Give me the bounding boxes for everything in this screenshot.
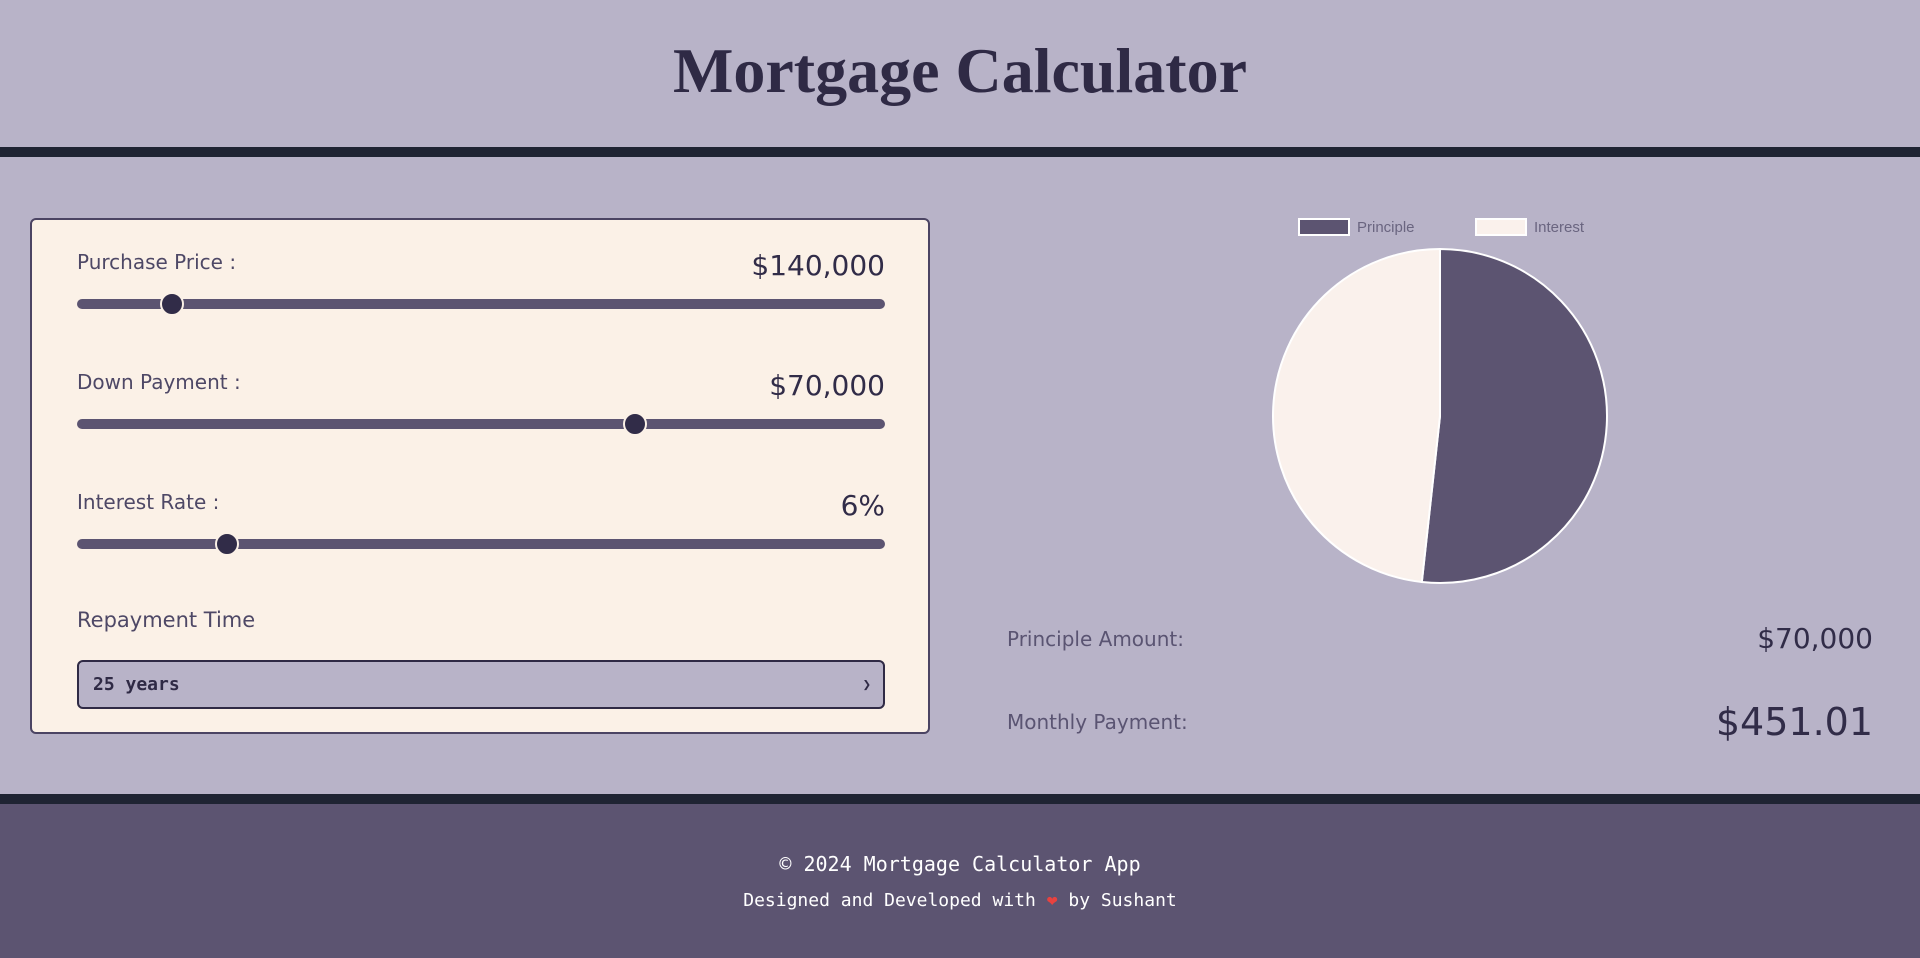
heart-icon: ❤: [1046, 890, 1058, 911]
header-divider: [0, 147, 1920, 157]
interest-rate-slider[interactable]: [77, 532, 885, 556]
page-title: Mortgage Calculator: [672, 35, 1248, 106]
interest-rate-thumb[interactable]: [215, 532, 240, 556]
monthly-summary-row: Monthly Payment: $451.01: [1007, 700, 1873, 744]
interest-rate-value: 6%: [840, 489, 885, 522]
purchase-price-thumb[interactable]: [160, 292, 185, 316]
legend-item-principle[interactable]: Principle: [1298, 218, 1415, 236]
down-payment-slider[interactable]: [77, 412, 885, 436]
calculator-form: Purchase Price : $140,000 Down Payment :…: [30, 218, 930, 734]
repayment-time-selected: 25 years: [93, 674, 180, 695]
legend-swatch-principle: [1298, 218, 1350, 236]
legend-label-interest: Interest: [1534, 218, 1585, 236]
purchase-price-field: Purchase Price : $140,000: [77, 248, 885, 316]
footer-credit: Designed and Developed with ❤ by Sushant: [0, 890, 1920, 911]
footer-credit-suffix: by Sushant: [1068, 890, 1177, 911]
repayment-time-label: Repayment Time: [77, 608, 256, 632]
legend-swatch-interest: [1475, 218, 1527, 236]
down-payment-track[interactable]: [77, 419, 885, 429]
purchase-price-value: $140,000: [751, 249, 885, 282]
monthly-payment-label: Monthly Payment:: [1007, 710, 1188, 734]
purchase-price-slider[interactable]: [77, 292, 885, 316]
purchase-price-track[interactable]: [77, 299, 885, 309]
down-payment-label: Down Payment :: [77, 370, 241, 394]
interest-rate-track[interactable]: [77, 539, 885, 549]
down-payment-value: $70,000: [769, 369, 885, 402]
monthly-payment-value: $451.01: [1715, 700, 1873, 744]
principle-amount-value: $70,000: [1757, 622, 1873, 655]
pie-slice-principle[interactable]: [1420, 247, 1608, 584]
principle-summary-row: Principle Amount: $70,000: [1007, 622, 1873, 655]
pie-slice-interest[interactable]: [1272, 247, 1441, 584]
interest-rate-field: Interest Rate : 6%: [77, 488, 885, 556]
repayment-field: Repayment Time: [77, 608, 885, 632]
legend-label-principle: Principle: [1357, 218, 1415, 236]
down-payment-field: Down Payment : $70,000: [77, 368, 885, 436]
chevron-down-icon: ❯: [862, 676, 871, 693]
footer-credit-prefix: Designed and Developed with: [743, 890, 1036, 911]
principle-amount-label: Principle Amount:: [1007, 626, 1184, 651]
header: Mortgage Calculator: [0, 0, 1920, 147]
footer-copyright: © 2024 Mortgage Calculator App: [779, 852, 1141, 876]
footer: © 2024 Mortgage Calculator App Designed …: [0, 804, 1920, 958]
purchase-price-label: Purchase Price :: [77, 250, 237, 274]
repayment-time-select[interactable]: 25 years ❯: [77, 660, 885, 709]
legend-item-interest[interactable]: Interest: [1475, 218, 1584, 236]
footer-divider: [0, 794, 1920, 804]
payment-pie-chart: [1272, 247, 1608, 584]
down-payment-thumb[interactable]: [622, 412, 647, 436]
interest-rate-label: Interest Rate :: [77, 490, 220, 514]
